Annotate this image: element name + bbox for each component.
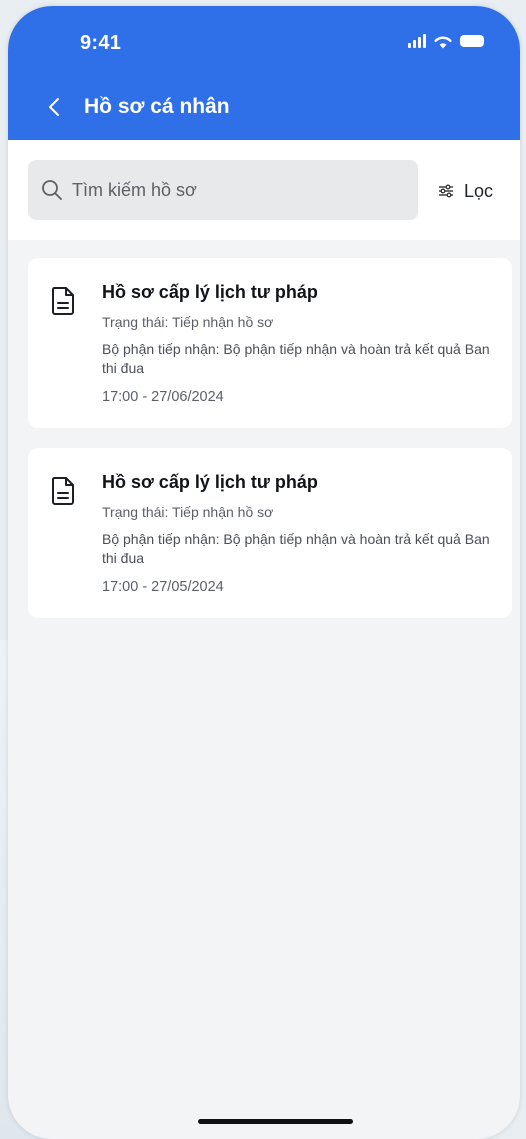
document-icon (51, 477, 74, 505)
back-chevron-icon[interactable] (48, 95, 68, 119)
filter-button[interactable]: Lọc (438, 178, 493, 204)
record-time: 17:00 - 27/05/2024 (102, 579, 224, 595)
record-status: Trạng thái: Tiếp nhận hồ sơ (102, 314, 274, 330)
filter-label: Lọc (464, 180, 494, 201)
page-title: Hồ sơ cá nhân (84, 95, 230, 118)
search-icon (42, 180, 62, 200)
status-icons (408, 32, 484, 50)
phone-screen: 9:41 Hồ sơ cá nhân Tìm kiếm hồ sơ Lọc Hồ… (8, 6, 520, 1139)
record-time: 17:00 - 27/06/2024 (102, 389, 224, 405)
record-title: Hồ sơ cấp lý lịch tư pháp (102, 472, 318, 492)
record-details: Hồ sơ cấp lý lịch tư pháp Trạng thái: Ti… (102, 280, 498, 406)
record-department: Bộ phận tiếp nhận: Bộ phận tiếp nhận và … (102, 341, 490, 376)
wifi-icon (434, 36, 452, 48)
status-time: 9:41 (80, 32, 122, 54)
record-status: Trạng thái: Tiếp nhận hồ sơ (102, 504, 274, 520)
nav-bar: Hồ sơ cá nhân (48, 92, 230, 122)
record-title: Hồ sơ cấp lý lịch tư pháp (102, 282, 318, 302)
search-box[interactable] (28, 160, 418, 220)
search-input[interactable] (72, 179, 392, 201)
record-department: Bộ phận tiếp nhận: Bộ phận tiếp nhận và … (102, 531, 490, 566)
document-icon (51, 287, 74, 315)
record-card[interactable]: Hồ sơ cấp lý lịch tư pháp Trạng thái: Ti… (28, 258, 512, 428)
app-header: 9:41 Hồ sơ cá nhân (8, 6, 520, 140)
battery-icon (460, 35, 484, 47)
record-card[interactable]: Hồ sơ cấp lý lịch tư pháp Trạng thái: Ti… (28, 448, 512, 618)
search-section: Lọc (8, 140, 520, 240)
filter-sliders-icon (439, 184, 453, 198)
cellular-signal-icon (408, 34, 426, 48)
home-indicator[interactable] (198, 1119, 353, 1124)
record-details: Hồ sơ cấp lý lịch tư pháp Trạng thái: Ti… (102, 470, 498, 596)
